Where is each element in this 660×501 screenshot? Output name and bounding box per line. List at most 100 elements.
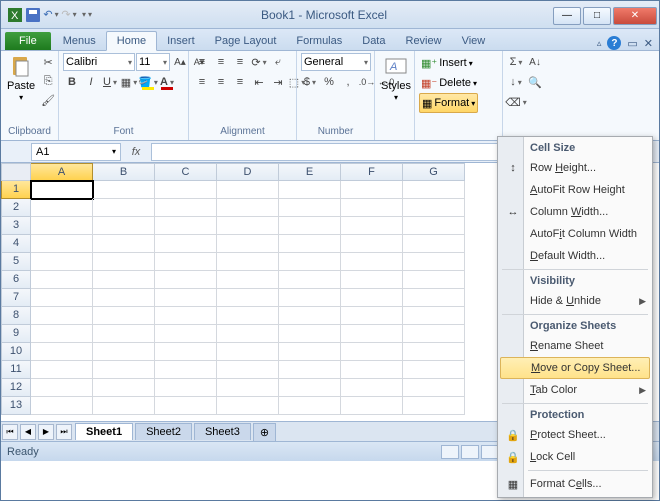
col-header-d[interactable]: D [217, 163, 279, 181]
cell[interactable] [279, 379, 341, 397]
cell[interactable] [155, 325, 217, 343]
new-sheet-button[interactable]: ⊕ [253, 423, 276, 441]
cell[interactable] [155, 271, 217, 289]
cell[interactable] [31, 343, 93, 361]
menu-autofit-row[interactable]: AutoFit Row Height [500, 179, 650, 201]
cell[interactable] [93, 181, 155, 199]
cell[interactable] [341, 199, 403, 217]
cell[interactable] [93, 397, 155, 415]
cell[interactable] [217, 361, 279, 379]
cell[interactable] [341, 235, 403, 253]
sheet-nav-next[interactable]: ▶ [38, 424, 54, 440]
row-header-1[interactable]: 1 [1, 181, 31, 199]
help-icon[interactable]: ? [607, 36, 621, 50]
cell[interactable] [279, 181, 341, 199]
paste-button[interactable]: Paste ▾ [5, 53, 37, 104]
row-header-11[interactable]: 11 [1, 361, 31, 379]
menu-default-width[interactable]: Default Width... [500, 245, 650, 267]
insert-cells-button[interactable]: ▦⁺Insert▾ [419, 53, 475, 73]
clear-icon[interactable]: ⌫ [507, 93, 525, 111]
window-close-inner-icon[interactable]: ✕ [644, 37, 653, 50]
cell[interactable] [403, 397, 465, 415]
cell[interactable] [403, 253, 465, 271]
cell[interactable] [31, 325, 93, 343]
cell[interactable] [93, 343, 155, 361]
fx-label[interactable]: fx [121, 146, 151, 158]
cell[interactable] [93, 361, 155, 379]
cell[interactable] [31, 361, 93, 379]
fill-icon[interactable]: ↓ [507, 73, 525, 91]
align-left-icon[interactable]: ≡ [193, 73, 211, 91]
cell[interactable] [279, 325, 341, 343]
font-size-combo[interactable]: 11 [136, 53, 170, 71]
cell[interactable] [93, 217, 155, 235]
name-box[interactable]: A1▾ [31, 143, 121, 161]
cell[interactable] [155, 307, 217, 325]
cut-icon[interactable]: ✂ [39, 53, 57, 71]
increase-indent-icon[interactable]: ⇥ [269, 73, 287, 91]
row-header-13[interactable]: 13 [1, 397, 31, 415]
cell[interactable] [217, 343, 279, 361]
cell[interactable] [217, 199, 279, 217]
align-middle-icon[interactable]: ≡ [212, 53, 230, 71]
cell[interactable] [403, 199, 465, 217]
menu-rename-sheet[interactable]: Rename Sheet [500, 335, 650, 357]
cell[interactable] [341, 289, 403, 307]
menu-tab-color[interactable]: Tab Color▶ [500, 379, 650, 401]
cell[interactable] [403, 361, 465, 379]
find-icon[interactable]: 🔍 [526, 73, 544, 91]
page-layout-view-button[interactable] [461, 445, 479, 459]
row-header-6[interactable]: 6 [1, 271, 31, 289]
tab-view[interactable]: View [452, 32, 496, 50]
cell[interactable] [31, 181, 93, 199]
menu-lock-cell[interactable]: 🔒Lock Cell [500, 446, 650, 468]
cell[interactable] [155, 217, 217, 235]
row-header-2[interactable]: 2 [1, 199, 31, 217]
col-header-e[interactable]: E [279, 163, 341, 181]
sheet-nav-prev[interactable]: ◀ [20, 424, 36, 440]
cell[interactable] [279, 271, 341, 289]
cell[interactable] [341, 217, 403, 235]
col-header-g[interactable]: G [403, 163, 465, 181]
cell[interactable] [155, 361, 217, 379]
menu-autofit-col[interactable]: AutoFit Column Width [500, 223, 650, 245]
cell[interactable] [155, 199, 217, 217]
fill-color-button[interactable]: 🪣 [139, 73, 157, 91]
cell[interactable] [155, 235, 217, 253]
cell[interactable] [341, 253, 403, 271]
tab-formulas[interactable]: Formulas [286, 32, 352, 50]
row-header-8[interactable]: 8 [1, 307, 31, 325]
tab-data[interactable]: Data [352, 32, 395, 50]
accounting-format-icon[interactable]: $ [301, 73, 319, 91]
cell[interactable] [341, 397, 403, 415]
cell[interactable] [155, 253, 217, 271]
cell[interactable] [93, 271, 155, 289]
cell[interactable] [93, 325, 155, 343]
cell[interactable] [279, 199, 341, 217]
cell[interactable] [93, 199, 155, 217]
tab-review[interactable]: Review [396, 32, 452, 50]
tab-insert[interactable]: Insert [157, 32, 205, 50]
redo-icon[interactable]: ↷ [61, 7, 77, 23]
cell[interactable] [155, 379, 217, 397]
qat-customize-icon[interactable]: ▾ [79, 7, 95, 23]
cell[interactable] [341, 343, 403, 361]
normal-view-button[interactable] [441, 445, 459, 459]
cell[interactable] [279, 343, 341, 361]
cell[interactable] [217, 271, 279, 289]
tab-home[interactable]: Home [106, 31, 157, 51]
sort-filter-icon[interactable]: A↓ [526, 53, 544, 71]
align-bottom-icon[interactable]: ≡ [231, 53, 249, 71]
row-header-9[interactable]: 9 [1, 325, 31, 343]
sheet-tab-2[interactable]: Sheet2 [135, 423, 192, 440]
sheet-tab-1[interactable]: Sheet1 [75, 423, 133, 440]
row-header-7[interactable]: 7 [1, 289, 31, 307]
save-icon[interactable] [25, 7, 41, 23]
cell[interactable] [341, 271, 403, 289]
menu-column-width[interactable]: ↔Column Width... [500, 201, 650, 223]
cell[interactable] [279, 253, 341, 271]
styles-button[interactable]: A Styles ▾ [379, 53, 413, 104]
select-all-corner[interactable] [1, 163, 31, 181]
cell[interactable] [403, 307, 465, 325]
minimize-button[interactable]: — [553, 7, 581, 25]
